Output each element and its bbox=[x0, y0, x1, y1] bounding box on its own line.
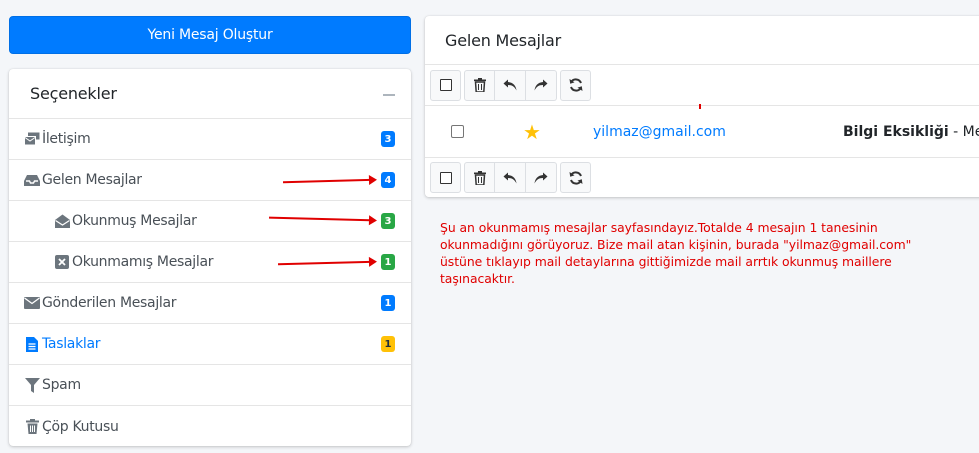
forward-icon bbox=[534, 172, 548, 183]
sidebar-item-spam[interactable]: Spam bbox=[9, 365, 411, 406]
sidebar-item-iletisim[interactable]: İletişim 3 bbox=[9, 119, 411, 160]
sidebar-item-label: İletişim bbox=[42, 131, 91, 147]
sidebar-item-trash[interactable]: Çöp Kutusu bbox=[9, 406, 411, 446]
minus-icon[interactable] bbox=[383, 93, 395, 96]
select-all-button[interactable] bbox=[430, 69, 461, 101]
select-all-button[interactable] bbox=[430, 162, 461, 193]
inbox-title: Gelen Mesajlar bbox=[445, 30, 562, 50]
annotation-arrow bbox=[268, 216, 376, 222]
envelope-open-icon bbox=[54, 213, 70, 229]
count-badge: 4 bbox=[381, 172, 395, 188]
filter-icon bbox=[24, 377, 40, 393]
reply-button[interactable] bbox=[495, 162, 526, 193]
annotation-arrow bbox=[277, 260, 376, 266]
count-badge: 3 bbox=[381, 131, 395, 147]
sidebar-item-read[interactable]: Okunmuş Mesajlar 3 bbox=[9, 201, 411, 242]
options-card: Seçenekler İletişim 3 Gelen Mesajlar 4 O… bbox=[9, 69, 411, 446]
checkbox-icon bbox=[439, 79, 452, 91]
inbox-header: Gelen Mesajlar bbox=[425, 16, 979, 65]
preview-text: - Merh bbox=[953, 123, 979, 140]
sidebar-item-label: Spam bbox=[42, 377, 81, 393]
trash-icon bbox=[473, 170, 486, 185]
count-badge: 3 bbox=[381, 213, 395, 229]
trash-icon bbox=[473, 78, 486, 92]
inbox-icon bbox=[24, 172, 40, 188]
refresh-button[interactable] bbox=[560, 69, 591, 101]
forward-button[interactable] bbox=[526, 162, 557, 193]
reply-icon bbox=[503, 172, 517, 183]
sidebar-item-label: Çöp Kutusu bbox=[42, 418, 119, 435]
annotation-mark bbox=[699, 104, 701, 109]
delete-button[interactable] bbox=[464, 69, 495, 101]
subject-text: Bilgi Eksikliği bbox=[843, 123, 949, 140]
delete-button[interactable] bbox=[464, 162, 495, 193]
sidebar-item-label: Gelen Mesajlar bbox=[42, 172, 142, 188]
message-row[interactable]: ★ yilmaz@gmail.com Bilgi Eksikliği - Mer… bbox=[425, 104, 979, 157]
annotation-note: Şu an okunmamış mesajlar sayfasındayız.T… bbox=[440, 220, 912, 286]
envelope-icon bbox=[24, 295, 40, 311]
message-subject[interactable]: Bilgi Eksikliği - Merh bbox=[843, 124, 979, 140]
mailbox-toolbar-top bbox=[425, 65, 979, 105]
sidebar-item-label: Okunmuş Mesajlar bbox=[72, 213, 197, 229]
message-checkbox[interactable] bbox=[451, 125, 464, 138]
sidebar-item-sent[interactable]: Gönderilen Mesajlar 1 bbox=[9, 283, 411, 324]
reply-button[interactable] bbox=[495, 69, 526, 101]
file-icon bbox=[24, 336, 40, 352]
forward-button[interactable] bbox=[526, 69, 557, 101]
sidebar-item-label: Okunmamış Mesajlar bbox=[72, 254, 214, 270]
envelopes-icon bbox=[24, 131, 40, 147]
refresh-button[interactable] bbox=[560, 162, 591, 193]
x-square-icon bbox=[54, 254, 70, 270]
annotation-arrow bbox=[282, 178, 376, 184]
sidebar-item-label: Gönderilen Mesajlar bbox=[42, 295, 177, 311]
options-header: Seçenekler bbox=[9, 69, 411, 119]
inbox-card: Gelen Mesajlar ★ yilmaz@gmail.com Bilgi … bbox=[425, 16, 979, 197]
count-badge: 1 bbox=[381, 254, 395, 270]
reply-icon bbox=[503, 79, 517, 91]
message-from[interactable]: yilmaz@gmail.com bbox=[593, 124, 726, 140]
sidebar-item-unread[interactable]: Okunmamış Mesajlar 1 bbox=[9, 242, 411, 283]
new-message-button[interactable]: Yeni Mesaj Oluştur bbox=[9, 16, 411, 54]
sync-icon bbox=[569, 170, 582, 185]
trash-icon bbox=[24, 419, 40, 435]
sidebar-item-label: Taslaklar bbox=[42, 336, 101, 352]
sidebar-item-inbox[interactable]: Gelen Mesajlar 4 bbox=[9, 160, 411, 201]
options-title: Seçenekler bbox=[30, 84, 117, 103]
sync-icon bbox=[569, 78, 582, 92]
checkbox-icon bbox=[439, 171, 452, 184]
mailbox-toolbar-bottom bbox=[425, 157, 979, 197]
star-icon[interactable]: ★ bbox=[523, 122, 541, 142]
count-badge: 1 bbox=[381, 295, 395, 311]
sidebar-item-drafts[interactable]: Taslaklar 1 bbox=[9, 324, 411, 365]
count-badge: 1 bbox=[381, 336, 395, 352]
forward-icon bbox=[534, 79, 548, 91]
